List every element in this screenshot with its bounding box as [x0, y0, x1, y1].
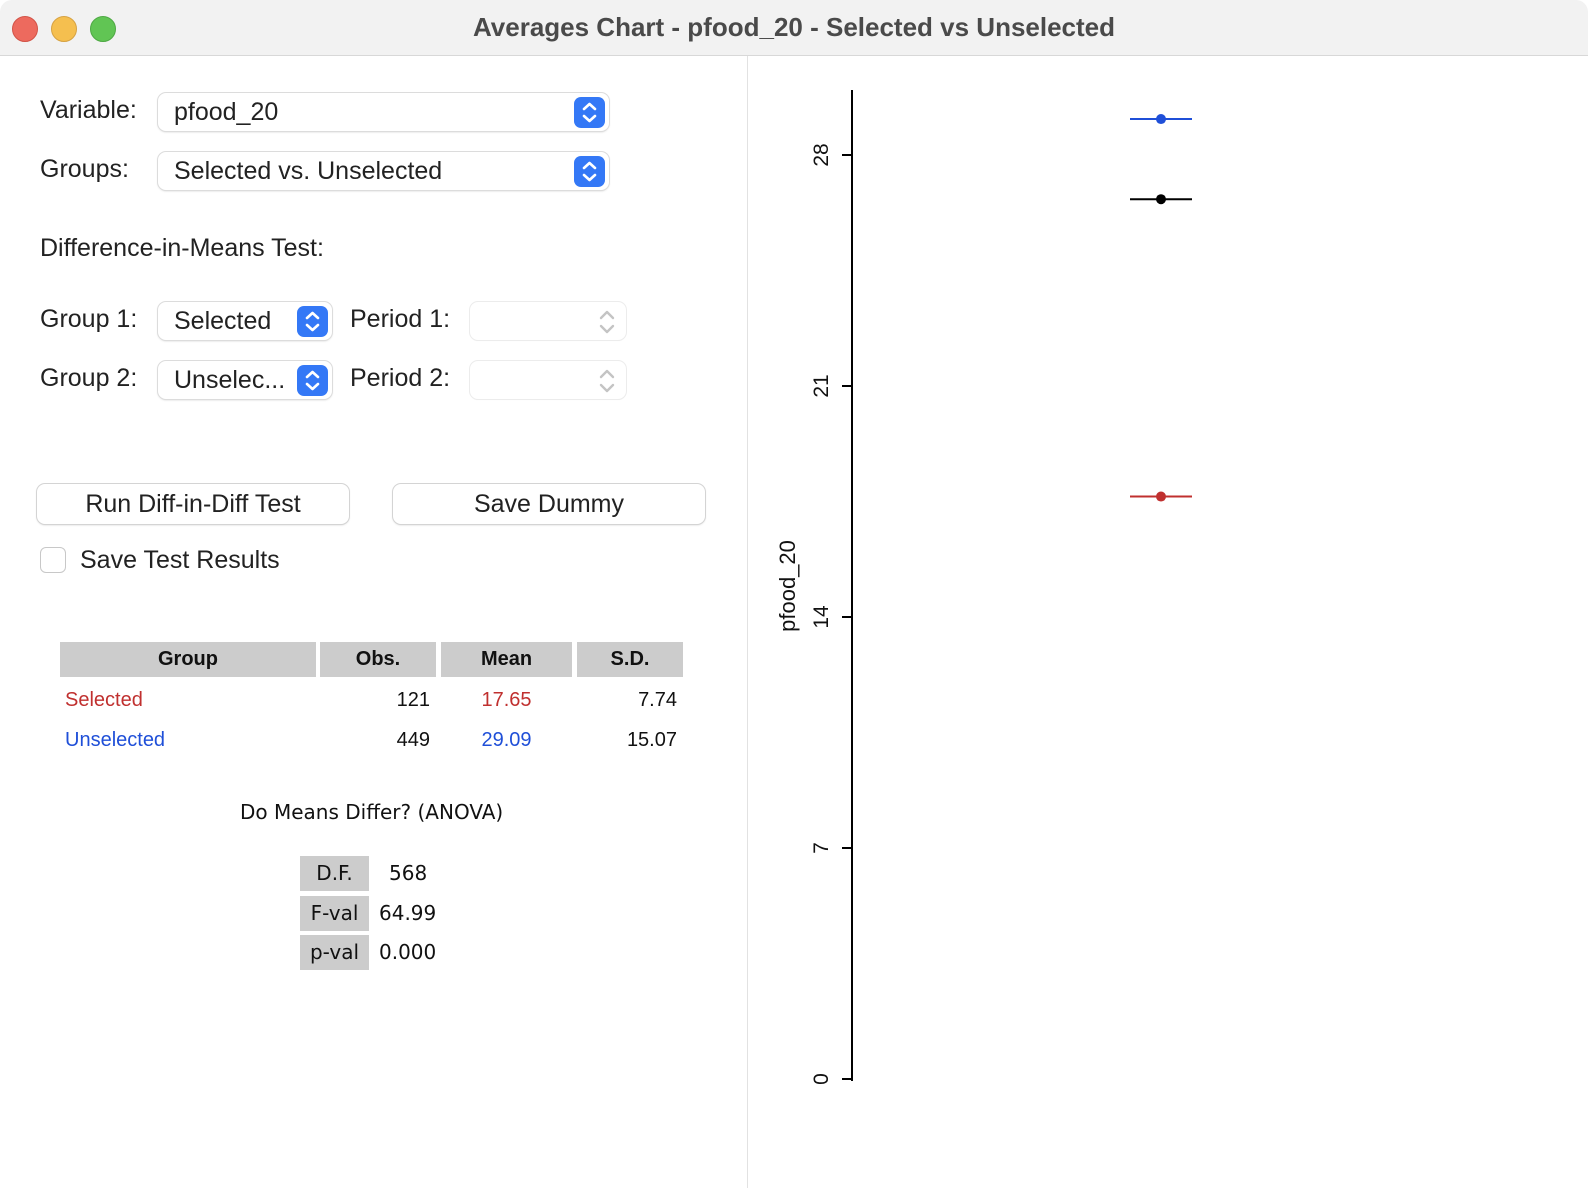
col-header-sd: S.D.	[577, 642, 683, 677]
row-selected-group: Selected	[65, 689, 143, 711]
mean-point	[1156, 491, 1166, 502]
save-test-results-checkbox[interactable]	[40, 547, 66, 573]
chart-panel: 0 7 14 21 28 pfood_20	[748, 56, 1588, 1188]
anova-value-pval: 0.000	[379, 940, 437, 964]
row-unselected-group: Unselected	[65, 729, 166, 751]
anova-value-fval: 64.99	[379, 901, 437, 925]
row-selected-sd: 7.74	[638, 689, 677, 711]
group1-select[interactable]: Selected	[158, 302, 332, 340]
variable-label: Variable:	[40, 96, 137, 124]
averages-chart: 0 7 14 21 28 pfood_20	[775, 90, 1192, 1085]
up-down-chevron-icon	[297, 306, 328, 337]
groups-select[interactable]: Selected vs. Unselected	[158, 152, 609, 190]
y-tick-label: 21	[810, 374, 833, 397]
y-axis-title: pfood_20	[775, 540, 800, 632]
y-tick-label: 14	[810, 605, 833, 629]
row-selected-mean: 17.65	[481, 689, 532, 711]
group2-select[interactable]: Unselec...	[158, 361, 332, 399]
y-tick-label: 28	[810, 143, 833, 166]
mean-point	[1156, 114, 1166, 125]
y-axis: 0 7 14 21 28	[810, 90, 853, 1085]
period2-select[interactable]	[470, 361, 626, 399]
mean-marker-all	[1130, 194, 1192, 205]
up-down-chevron-icon	[297, 365, 328, 396]
group2-select-value: Unselec...	[174, 366, 286, 394]
anova-key-pval: p-val	[300, 935, 369, 970]
period2-label: Period 2:	[350, 364, 451, 392]
variable-select-value: pfood_20	[174, 98, 279, 126]
mean-markers	[1130, 114, 1192, 502]
save-dummy-button[interactable]: Save Dummy	[393, 484, 705, 524]
col-header-mean: Mean	[441, 642, 572, 677]
mean-marker-unselected	[1130, 114, 1192, 125]
anova-title: Do Means Differ? (ANOVA)	[240, 800, 504, 824]
groups-label: Groups:	[40, 155, 129, 183]
row-unselected-mean: 29.09	[481, 729, 532, 751]
row-selected-obs: 121	[396, 689, 430, 711]
y-tick-label: 0	[810, 1073, 833, 1085]
window-title: Averages Chart - pfood_20 - Selected vs …	[472, 12, 1116, 42]
mean-point	[1156, 194, 1166, 205]
up-down-chevron-icon	[596, 367, 618, 395]
period1-select[interactable]	[470, 302, 626, 340]
up-down-chevron-icon	[596, 308, 618, 336]
y-tick-label: 7	[810, 842, 833, 854]
group1-label: Group 1:	[40, 305, 138, 333]
title-bar: Averages Chart - pfood_20 - Selected vs …	[0, 0, 1588, 56]
group1-select-value: Selected	[174, 307, 272, 335]
groups-select-value: Selected vs. Unselected	[174, 157, 443, 185]
up-down-chevron-icon	[574, 156, 605, 187]
diff-test-heading: Difference-in-Means Test:	[40, 234, 324, 262]
run-diff-in-diff-button[interactable]: Run Diff-in-Diff Test	[37, 484, 349, 524]
controls-panel: Variable: pfood_20 Groups: Selected vs. …	[0, 56, 747, 1188]
mean-marker-selected	[1130, 491, 1192, 502]
anova-value-df: 568	[389, 861, 428, 885]
group2-label: Group 2:	[40, 364, 138, 392]
row-unselected-obs: 449	[396, 729, 430, 751]
row-unselected-sd: 15.07	[626, 729, 677, 751]
anova-key-fval: F-val	[300, 896, 369, 931]
period1-label: Period 1:	[350, 305, 451, 333]
up-down-chevron-icon	[574, 97, 605, 128]
col-header-group: Group	[60, 642, 316, 677]
col-header-obs: Obs.	[320, 642, 436, 677]
save-test-results-label: Save Test Results	[80, 546, 280, 574]
anova-key-df: D.F.	[300, 856, 369, 891]
variable-select[interactable]: pfood_20	[158, 93, 609, 131]
